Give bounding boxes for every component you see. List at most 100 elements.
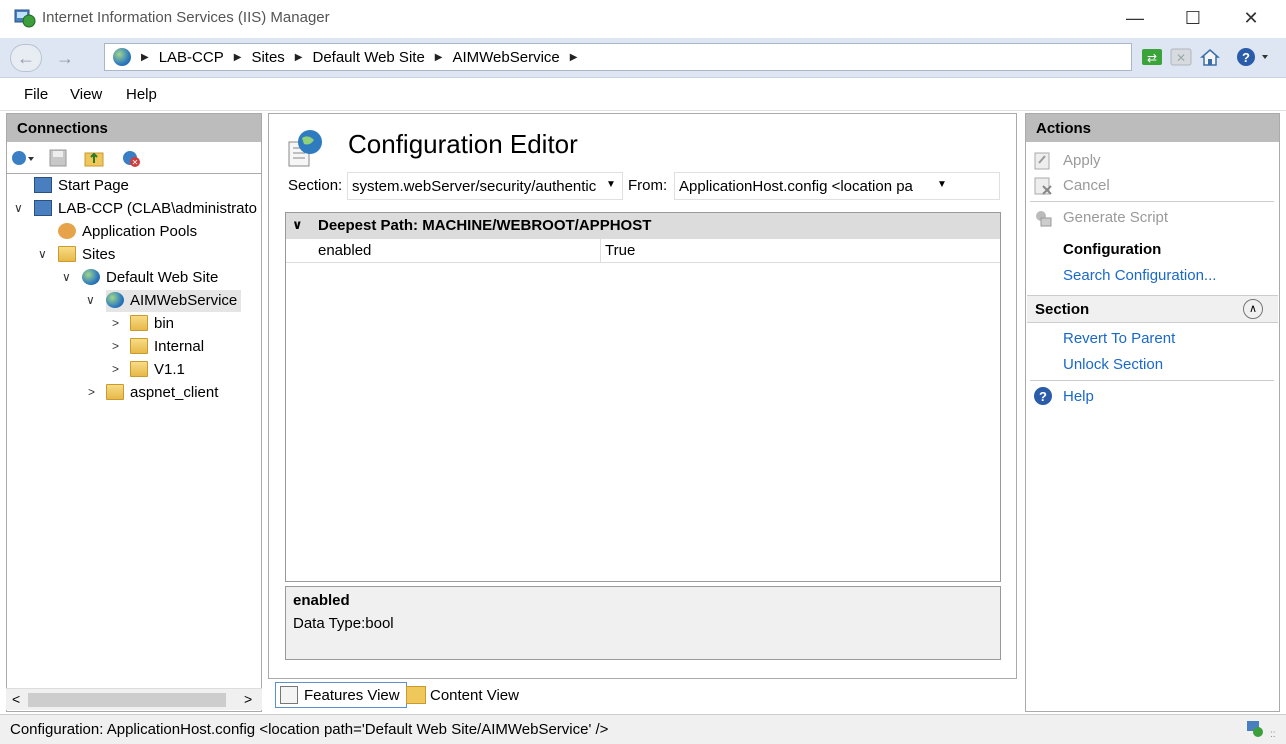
tree-item-bin[interactable]: bin (130, 313, 174, 335)
configuration-editor-icon (288, 128, 326, 168)
cancel-icon (1033, 176, 1053, 196)
back-button[interactable]: ← (10, 44, 42, 72)
group-header[interactable]: ∨ Deepest Path: MACHINE/WEBROOT/APPHOST (286, 213, 1000, 239)
cancel-action[interactable]: Cancel (1063, 177, 1110, 194)
svg-text:::: :: (1270, 729, 1276, 740)
scroll-right-icon[interactable]: > (244, 691, 252, 707)
revert-to-parent-link[interactable]: Revert To Parent (1063, 330, 1175, 347)
scroll-left-icon[interactable]: < (12, 691, 20, 707)
svg-text:⇄: ⇄ (1147, 51, 1157, 65)
property-name: enabled (318, 242, 372, 259)
menu-view[interactable]: View (70, 86, 102, 103)
tree-item-start-page[interactable]: Start Page (34, 175, 129, 197)
breadcrumb-separator-icon: ▶ (569, 51, 578, 63)
menu-help[interactable]: Help (126, 86, 157, 103)
connections-header: Connections (7, 114, 261, 142)
section-dropdown[interactable]: system.webServer/security/authentic ▼ (347, 172, 623, 200)
collapse-chevron-icon[interactable]: ∨ (292, 217, 303, 233)
disconnect-icon[interactable]: ✕ (120, 148, 142, 168)
menu-file[interactable]: File (24, 86, 48, 103)
connections-horizontal-scrollbar[interactable]: < > (6, 688, 262, 710)
unlock-section-link[interactable]: Unlock Section (1063, 356, 1163, 373)
stop-icon[interactable]: ✕ (1169, 45, 1193, 69)
folder-icon (130, 361, 148, 377)
generate-script-action[interactable]: Generate Script (1063, 209, 1168, 226)
folder-icon (106, 384, 124, 400)
svg-text:✕: ✕ (1176, 51, 1186, 65)
features-view-tab[interactable]: Features View (275, 682, 407, 708)
search-configuration-link[interactable]: Search Configuration... (1063, 267, 1216, 284)
folder-icon (130, 315, 148, 331)
tree-item-aimwebservice[interactable]: AIMWebService (106, 290, 242, 312)
globe-server-icon (113, 48, 131, 66)
tree-item-v11[interactable]: V1.1 (130, 359, 185, 381)
iis-app-icon (14, 8, 36, 28)
help-icon: ? (1033, 386, 1053, 406)
server-icon (34, 200, 52, 216)
svg-text:?: ? (1242, 50, 1250, 65)
breadcrumb-aimwebservice[interactable]: AIMWebService (452, 49, 559, 66)
close-button[interactable]: ✕ (1222, 0, 1280, 36)
minimize-button[interactable]: — (1106, 0, 1164, 36)
description-title: enabled (293, 592, 350, 609)
tree-item-application-pools[interactable]: Application Pools (58, 221, 197, 243)
description-panel: enabled Data Type:bool (285, 586, 1001, 660)
forward-arrow-icon: → (56, 47, 74, 68)
scroll-thumb[interactable] (28, 693, 226, 707)
section-label: Section: (288, 177, 343, 194)
connect-icon[interactable] (10, 148, 36, 168)
chevron-right-icon[interactable]: > (112, 339, 119, 353)
actions-panel: Actions (1025, 113, 1280, 712)
breadcrumb-separator-icon: ▶ (233, 51, 242, 63)
breadcrumb-lab-ccp[interactable]: LAB-CCP (159, 49, 224, 66)
refresh-icon[interactable]: ⇄ (1140, 45, 1164, 69)
generate-script-icon (1033, 208, 1053, 228)
chevron-right-icon[interactable]: > (88, 385, 95, 399)
chevron-right-icon[interactable]: > (112, 316, 119, 330)
content-view-tab[interactable]: Content View (402, 682, 525, 708)
address-breadcrumb[interactable]: ▶ LAB-CCP ▶ Sites ▶ Default Web Site ▶ A… (104, 43, 1132, 71)
tree-item-server[interactable]: LAB-CCP (CLAB\administrato (34, 198, 257, 220)
chevron-down-icon[interactable]: ∨ (14, 201, 23, 215)
breadcrumb-separator-icon: ▶ (141, 51, 149, 63)
help-link[interactable]: Help (1063, 388, 1094, 405)
configuration-heading: Configuration (1063, 241, 1162, 258)
save-icon[interactable] (48, 148, 68, 168)
tree-item-internal[interactable]: Internal (130, 336, 204, 358)
property-row[interactable]: enabled True (286, 239, 1000, 263)
breadcrumb-separator-icon: ▶ (294, 51, 303, 63)
collapse-up-icon[interactable]: ∧ (1243, 299, 1263, 319)
from-label: From: (628, 177, 668, 194)
chevron-down-icon[interactable]: ∨ (86, 293, 95, 307)
tree-item-sites[interactable]: Sites (58, 244, 115, 266)
start-page-icon (34, 177, 52, 193)
property-value[interactable]: True (605, 242, 635, 259)
maximize-button[interactable]: ☐ (1164, 0, 1222, 36)
window-title: Internet Information Services (IIS) Mana… (42, 9, 330, 26)
apply-action[interactable]: Apply (1063, 152, 1101, 169)
connections-toolbar: ✕ (6, 142, 262, 174)
actions-header: Actions (1026, 114, 1279, 142)
divider (1030, 380, 1274, 381)
property-grid (285, 212, 1001, 582)
from-dropdown[interactable]: ApplicationHost.config <location pa ▼ (674, 172, 1000, 200)
breadcrumb-default-web-site[interactable]: Default Web Site (313, 49, 425, 66)
section-group-header[interactable]: Section ∧ (1027, 295, 1278, 323)
help-dropdown-icon[interactable]: ? (1234, 45, 1274, 69)
forward-button[interactable]: → (50, 44, 80, 72)
status-server-icon: :: (1246, 718, 1276, 740)
status-bar: Configuration: ApplicationHost.config <l… (0, 714, 1286, 744)
tree-item-default-web-site[interactable]: Default Web Site (82, 267, 218, 289)
application-pools-icon (58, 223, 76, 239)
features-view-icon (280, 686, 298, 704)
page-title: Configuration Editor (348, 129, 578, 159)
chevron-down-icon[interactable]: ∨ (38, 247, 47, 261)
up-folder-icon[interactable] (84, 148, 104, 168)
tree-item-aspnet-client[interactable]: aspnet_client (106, 382, 218, 404)
chevron-right-icon[interactable]: > (112, 362, 119, 376)
svg-text:✕: ✕ (132, 158, 139, 167)
chevron-down-icon[interactable]: ∨ (62, 270, 71, 284)
home-icon[interactable] (1198, 45, 1222, 69)
application-icon (106, 292, 124, 308)
breadcrumb-sites[interactable]: Sites (251, 49, 284, 66)
